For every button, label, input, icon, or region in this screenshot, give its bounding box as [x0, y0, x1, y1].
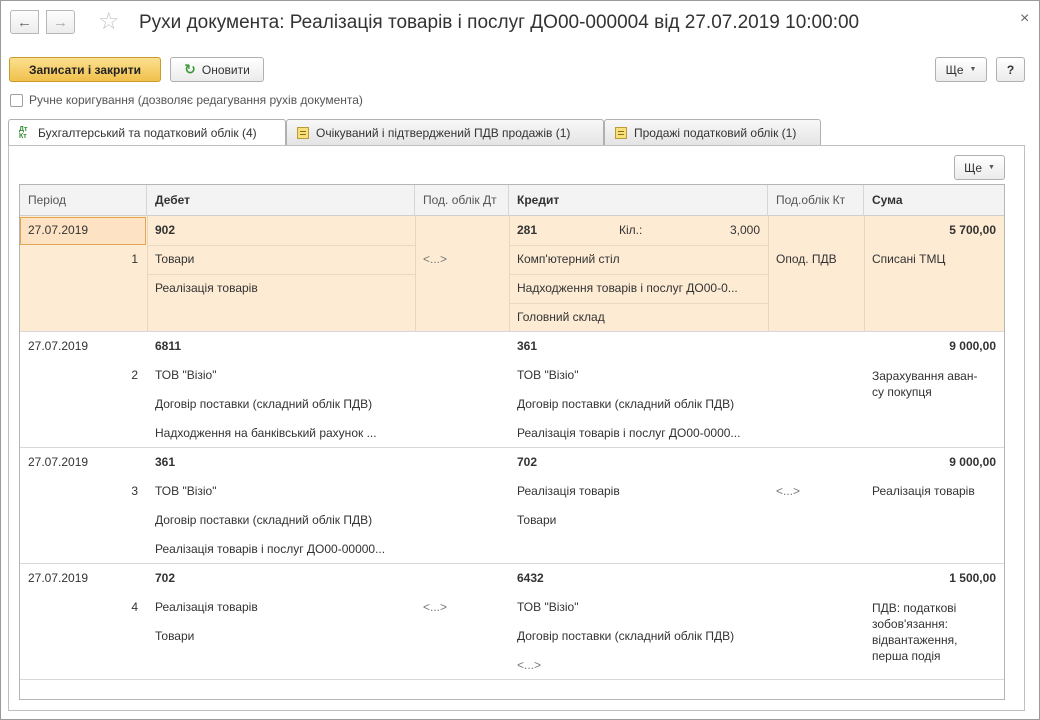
more-menu-button[interactable]: Ще ▼	[935, 57, 987, 82]
period-cell: 27.07.2019	[28, 339, 89, 353]
debit-subconto: Реалізація товарів	[155, 600, 258, 614]
debit-subconto: Договір поставки (складний облік ПДВ)	[155, 513, 373, 527]
grid-more-button[interactable]: Ще ▼	[954, 155, 1005, 180]
credit-subconto: <...>	[517, 658, 542, 672]
refresh-label: Оновити	[201, 62, 250, 77]
manual-edit-label[interactable]: Ручне коригування (дозволяє редагування …	[29, 93, 363, 107]
sum-cell: 1 500,00	[949, 571, 996, 585]
debit-account: 361	[155, 455, 176, 469]
refresh-button[interactable]: ↻ Оновити	[170, 57, 264, 82]
forward-button[interactable]: →	[46, 10, 75, 34]
credit-account: 6432	[517, 571, 544, 585]
tab-strip: Дт Кт Бухгалтерський та податковий облік …	[8, 119, 1025, 146]
column-header-sum[interactable]: Сума	[864, 185, 1004, 216]
credit-subconto: Договір поставки (складний облік ПДВ)	[517, 397, 735, 411]
quantity-label: Кіл.:	[619, 223, 643, 237]
tax-kt-cell: <...>	[776, 484, 801, 498]
tab-accounting[interactable]: Дт Кт Бухгалтерський та податковий облік …	[8, 119, 286, 146]
column-header-credit[interactable]: Кредит	[509, 185, 768, 216]
tab-vat-expected[interactable]: Очікуваний і підтверджений ПДВ продажів …	[286, 119, 604, 145]
tab-sales-tax[interactable]: Продажі податковий облік (1)	[604, 119, 821, 145]
manual-edit-checkbox[interactable]	[10, 93, 23, 107]
row-number: 1	[131, 252, 138, 266]
credit-subconto: Договір поставки (складний облік ПДВ)	[517, 629, 735, 643]
column-header-period[interactable]: Період	[20, 185, 147, 216]
credit-account: 281	[517, 223, 538, 237]
help-label: ?	[1006, 62, 1015, 77]
row-number: 4	[131, 600, 138, 614]
column-header-tax-kt[interactable]: Под.облік Кт	[768, 185, 864, 216]
sum-cell: 5 700,00	[949, 223, 996, 237]
tab-label: Очікуваний і підтверджений ПДВ продажів …	[316, 125, 571, 140]
credit-account: 702	[517, 455, 538, 469]
back-button[interactable]: ←	[10, 10, 39, 34]
dt-kt-icon: Дт Кт	[19, 126, 28, 140]
credit-subconto: Реалізація товарів і послуг ДО00-0000...	[517, 426, 741, 440]
table-row[interactable]: 27.07.2019 1 902 Товари Реалізація товар…	[20, 216, 1004, 332]
credit-subconto: Реалізація товарів	[517, 484, 620, 498]
favorite-star-icon[interactable]: ☆	[98, 8, 120, 36]
debit-subconto: Реалізація товарів	[155, 281, 258, 295]
manual-edit-row: Ручне коригування (дозволяє редагування …	[10, 93, 363, 107]
table-row[interactable]: 27.07.2019 3 361 ТОВ "Візіо" Договір пос…	[20, 448, 1004, 564]
movements-window: ← → ☆ Рухи документа: Реалізація товарів…	[0, 0, 1040, 720]
debit-subconto: Товари	[155, 629, 195, 643]
debit-account: 6811	[155, 339, 182, 353]
credit-account: 361	[517, 339, 538, 353]
sum-cell: 9 000,00	[949, 339, 996, 353]
period-cell: 27.07.2019	[28, 455, 89, 469]
chevron-down-icon: ▼	[969, 66, 977, 73]
save-and-close-button[interactable]: Записати і закрити	[9, 57, 161, 82]
column-header-tax-dt[interactable]: Под. облік Дт	[415, 185, 509, 216]
debit-account: 702	[155, 571, 176, 585]
quantity-value: 3,000	[729, 223, 760, 237]
debit-subconto: Надходження на банківський рахунок ...	[155, 426, 377, 440]
content-cell: Реалізація товарів	[872, 484, 975, 498]
credit-subconto: ТОВ "Візіо"	[517, 368, 579, 382]
debit-account: 902	[155, 223, 176, 237]
credit-subconto: Товари	[517, 513, 557, 527]
arrow-right-icon: →	[53, 13, 68, 31]
content-cell: ПДВ: податкові зобов'язання: відвантажен…	[872, 601, 958, 663]
period-cell: 27.07.2019	[28, 571, 89, 585]
tab-label: Бухгалтерський та податковий облік (4)	[38, 126, 257, 140]
refresh-icon: ↻	[184, 61, 196, 77]
tax-kt-cell: Опод. ПДВ	[776, 252, 837, 266]
content-cell: Зарахування аван­су покупця	[872, 369, 978, 399]
help-button[interactable]: ?	[996, 57, 1025, 82]
tax-dt-cell: <...>	[423, 600, 448, 614]
row-number: 3	[131, 484, 138, 498]
tax-dt-cell: <...>	[423, 252, 448, 266]
table-header: Період Дебет Под. облік Дт Кредит Под.об…	[20, 185, 1004, 216]
sum-cell: 9 000,00	[949, 455, 996, 469]
more-label: Ще	[945, 62, 964, 77]
debit-subconto: ТОВ "Візіо"	[155, 368, 217, 382]
entries-table[interactable]: Період Дебет Под. облік Дт Кредит Под.об…	[19, 184, 1005, 700]
debit-subconto: Договір поставки (складний облік ПДВ)	[155, 397, 373, 411]
table-row[interactable]: 27.07.2019 4 702 Реалізація товарів Това…	[20, 564, 1004, 680]
window-title: Рухи документа: Реалізація товарів і пос…	[139, 12, 860, 33]
period-cell: 27.07.2019	[28, 223, 89, 237]
close-icon[interactable]: ×	[1020, 10, 1029, 28]
content-cell: Списані ТМЦ	[872, 252, 946, 266]
grid-more-label: Ще	[964, 160, 982, 175]
tab-label: Продажі податковий облік (1)	[634, 125, 797, 140]
table-row[interactable]: 27.07.2019 2 6811 ТОВ "Візіо" Договір по…	[20, 332, 1004, 448]
credit-subconto: Комп'ютерний стіл	[517, 252, 620, 266]
column-header-debit[interactable]: Дебет	[147, 185, 415, 216]
row-number: 2	[131, 368, 138, 382]
chevron-down-icon: ▼	[988, 164, 995, 171]
debit-subconto: Реалізація товарів і послуг ДО00-00000..…	[155, 542, 386, 556]
register-icon	[615, 126, 627, 139]
arrow-left-icon: ←	[17, 13, 32, 31]
credit-subconto: ТОВ "Візіо"	[517, 600, 579, 614]
debit-subconto: ТОВ "Візіо"	[155, 484, 217, 498]
debit-subconto: Товари	[155, 252, 195, 266]
register-icon	[297, 126, 309, 139]
credit-subconto: Головний склад	[517, 310, 605, 324]
credit-subconto: Надходження товарів і послуг ДО00-0...	[517, 281, 738, 295]
save-and-close-label: Записати і закрити	[28, 62, 141, 77]
